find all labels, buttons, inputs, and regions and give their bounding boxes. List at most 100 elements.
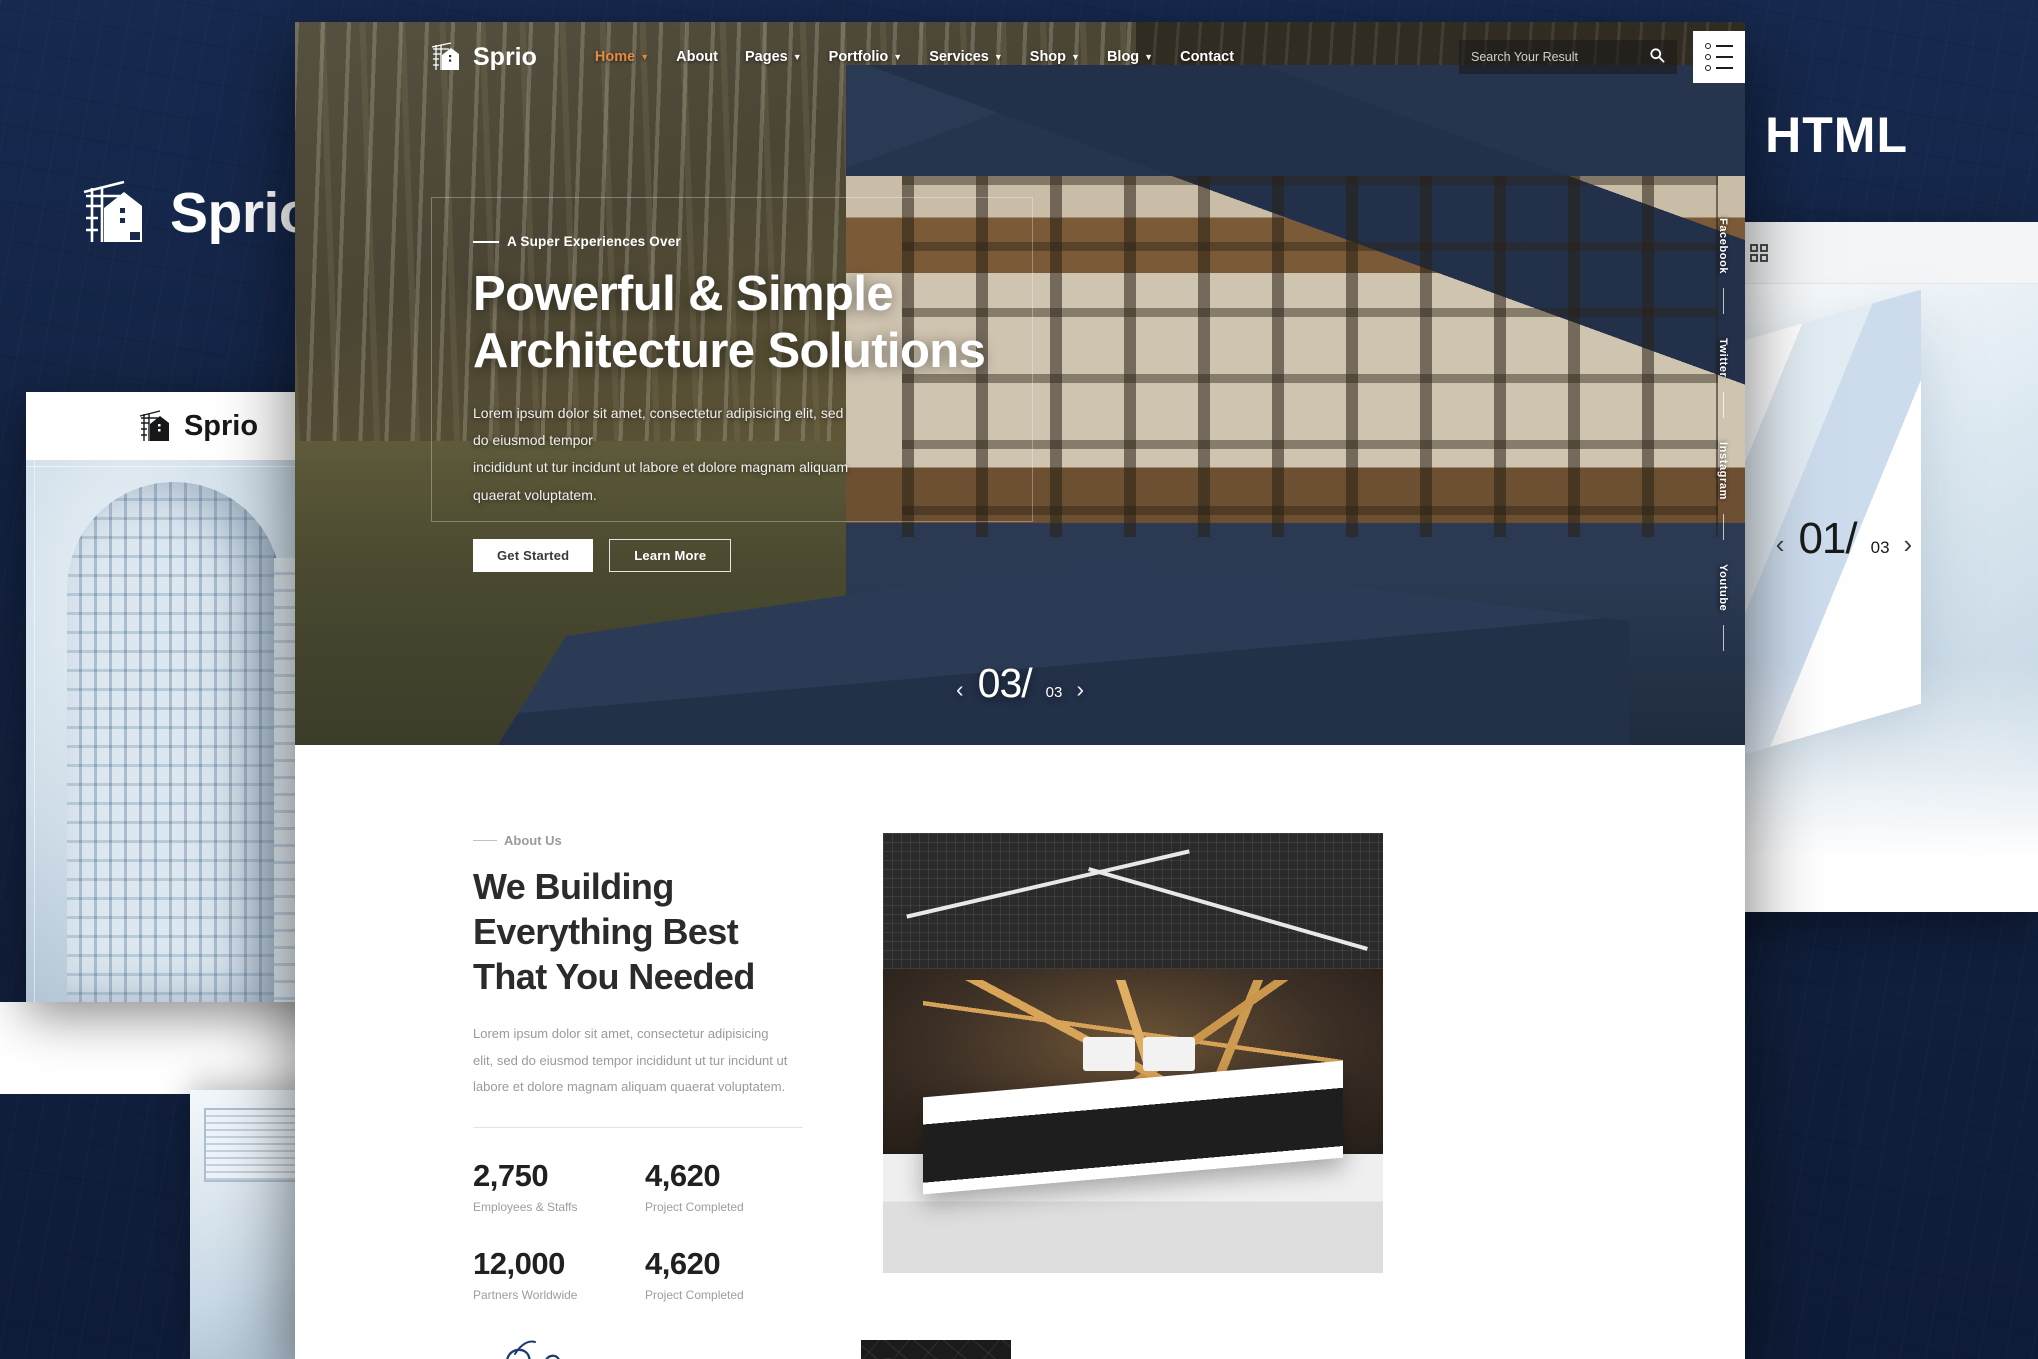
social-link-youtube[interactable]: Youtube	[1717, 564, 1729, 651]
get-started-button[interactable]: Get Started	[473, 538, 594, 572]
about-image-column: Build 1980	[861, 833, 1383, 1359]
photo-ceiling	[883, 833, 1383, 970]
nav-item-label: Portfolio	[828, 49, 889, 65]
about-text-column: About Us We Building Everything Best Tha…	[473, 833, 813, 1359]
hero-slider-counter: ‹ 03/ 03 ›	[956, 660, 1084, 707]
stat-item: 4,620 Project Completed	[645, 1158, 803, 1214]
hero-paragraph-line-2: incididunt ut tur incidunt ut labore et …	[473, 459, 849, 503]
hero-paragraph-line-1: Lorem ipsum dolor sit amet, consectetur …	[473, 404, 844, 448]
slider-next-icon[interactable]: ›	[1904, 529, 1913, 560]
search-input[interactable]	[1471, 50, 1641, 64]
slider-current: 03/	[977, 660, 1033, 706]
stat-value: 2,750	[473, 1157, 549, 1193]
nav-item-portfolio[interactable]: Portfolio ▼	[829, 49, 903, 65]
about-divider	[473, 1126, 803, 1128]
navbar-brand-label: Sprio	[473, 42, 537, 71]
chevron-down-icon: ▼	[1071, 52, 1080, 62]
nav-item-blog[interactable]: Blog ▼	[1107, 49, 1153, 65]
eyebrow-dash	[473, 839, 497, 842]
about-title: We Building Everything Best That You Nee…	[473, 864, 813, 999]
nav-item-label: About	[676, 49, 718, 65]
html-badge: HTML	[1765, 107, 1908, 163]
about-eyebrow-label: About Us	[504, 833, 562, 848]
about-interior-photo	[883, 833, 1383, 1273]
slider-current: 01/	[1798, 514, 1857, 563]
navbar-menu: Home ▼ About Pages ▼ Portfolio ▼ Service…	[595, 49, 1234, 65]
search-icon[interactable]	[1649, 47, 1665, 68]
about-eyebrow: About Us	[473, 833, 813, 848]
about-title-line-2: Everything Best	[473, 911, 739, 952]
stat-label: Project Completed	[645, 1199, 744, 1214]
slider-prev-icon[interactable]: ‹	[1776, 529, 1785, 560]
slider-total: 03	[1870, 538, 1890, 557]
stat-item: 2,750 Employees & Staffs	[473, 1158, 631, 1214]
signature-icon	[473, 1332, 581, 1359]
about-title-line-3: That You Needed	[473, 956, 755, 997]
house-blueprint-icon	[431, 42, 461, 72]
hero-section: Sprio Home ▼ About Pages ▼ Portfolio ▼ S…	[295, 22, 1745, 745]
chevron-down-icon: ▼	[640, 52, 650, 62]
hero-title: Powerful & Simple Architecture Solutions	[473, 266, 986, 380]
hero-eyebrow-label: A Super Experiences Over	[507, 234, 681, 249]
social-link-twitter[interactable]: Twitter	[1717, 338, 1729, 417]
about-stats-grid: 2,750 Employees & Staffs 4,620 Project C…	[473, 1158, 803, 1302]
house-blueprint-icon	[138, 409, 172, 443]
menu-row	[1705, 54, 1733, 60]
nav-item-shop[interactable]: Shop ▼	[1030, 49, 1080, 65]
chevron-down-icon: ▼	[893, 52, 903, 62]
slider-prev-icon[interactable]: ‹	[956, 676, 964, 703]
navbar-actions	[1459, 31, 1745, 83]
stat-label: Partners Worldwide	[473, 1287, 578, 1302]
nav-item-pages[interactable]: Pages ▼	[745, 49, 802, 65]
site-navbar: Sprio Home ▼ About Pages ▼ Portfolio ▼ S…	[295, 22, 1745, 92]
stat-item: 12,000 Partners Worldwide	[473, 1246, 631, 1302]
about-inner: About Us We Building Everything Best Tha…	[295, 833, 1745, 1359]
nav-item-services[interactable]: Services ▼	[929, 49, 1003, 65]
nav-item-label: Shop	[1029, 49, 1067, 65]
hero-eyebrow: A Super Experiences Over	[473, 234, 985, 249]
chevron-down-icon: ▼	[792, 52, 802, 62]
navbar-brand[interactable]: Sprio	[431, 42, 537, 72]
search-box[interactable]	[1459, 40, 1677, 74]
main-screenshot-window: Sprio Home ▼ About Pages ▼ Portfolio ▼ S…	[295, 22, 1745, 1359]
list-menu-icon[interactable]	[1693, 31, 1745, 83]
hero-paragraph: Lorem ipsum dolor sit amet, consectetur …	[473, 400, 855, 509]
slider-total: 03	[1045, 684, 1063, 701]
grid-view-icon[interactable]	[1749, 243, 1769, 263]
stat-value: 4,620	[645, 1245, 721, 1281]
chevron-down-icon: ▼	[993, 52, 1003, 62]
learn-more-button[interactable]: Learn More	[609, 538, 732, 572]
hero-button-group: Get Started Learn More	[473, 538, 985, 572]
nav-item-label: Home	[594, 49, 636, 65]
stat-label: Project Completed	[645, 1287, 744, 1302]
slider-next-icon[interactable]: ›	[1076, 676, 1084, 703]
about-section: About Us We Building Everything Best Tha…	[295, 745, 1745, 1359]
stat-value: 12,000	[473, 1245, 565, 1281]
left-preview-brand-label: Sprio	[183, 409, 259, 442]
social-link-instagram[interactable]: Instagram	[1717, 442, 1729, 540]
stat-item: 4,620 Project Completed	[645, 1246, 803, 1302]
menu-row	[1705, 43, 1733, 49]
nav-item-about[interactable]: About	[676, 49, 718, 65]
hero-title-line-2: Architecture Solutions	[473, 323, 986, 378]
nav-item-label: Services	[929, 49, 989, 65]
social-link-facebook[interactable]: Facebook	[1717, 218, 1729, 314]
nav-item-label: Contact	[1180, 49, 1235, 65]
nav-item-home[interactable]: Home ▼	[595, 49, 649, 65]
hero-content: A Super Experiences Over Powerful & Simp…	[473, 234, 986, 572]
menu-row	[1705, 65, 1733, 71]
about-title-line-1: We Building	[473, 866, 674, 907]
nav-item-label: Blog	[1106, 49, 1140, 65]
eyebrow-dash	[473, 240, 499, 243]
about-paragraph: Lorem ipsum dolor sit amet, consectetur …	[473, 1026, 788, 1095]
photo-monitor-left	[1083, 1036, 1135, 1071]
house-blueprint-icon	[80, 180, 148, 246]
backdrop-brand: Sprio	[80, 180, 314, 246]
nav-item-contact[interactable]: Contact	[1180, 49, 1234, 65]
social-links-rail: Facebook Twitter Instagram Youtube	[1717, 218, 1729, 651]
photo-monitor-right	[1143, 1036, 1195, 1071]
stat-value: 4,620	[645, 1157, 721, 1193]
hero-title-line-1: Powerful & Simple	[473, 267, 894, 321]
about-signature-row: _Devit Black	[473, 1332, 813, 1359]
stat-label: Employees & Staffs	[473, 1199, 578, 1214]
